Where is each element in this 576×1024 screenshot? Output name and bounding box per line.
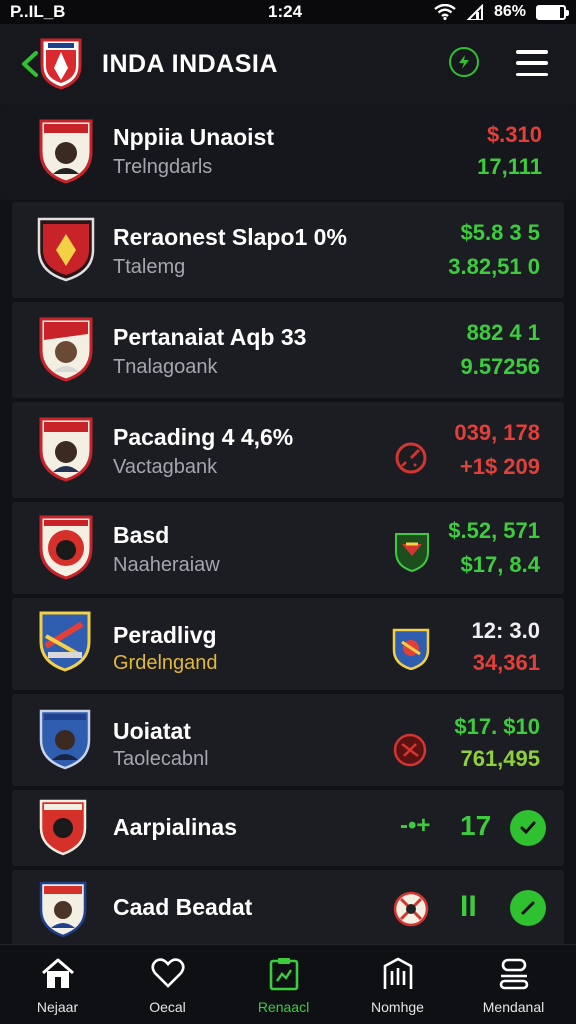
value-primary: $5.8 3 5 [460,220,540,245]
trend-mark: -•+ [400,812,431,839]
bottom-nav: Nejaar Oecal Renaacl Nomhge Mendanal [0,944,576,1024]
value-secondary: 3.82,51 0 [448,254,540,279]
team-name: Aarpialinas [113,814,237,840]
team-crest-icon [39,317,93,382]
clock: 1:24 [268,2,303,21]
nav-item-home[interactable]: Nejaar [0,945,115,1024]
value-primary: 12: 3.0 [471,618,541,643]
status-bar: P..IL_B 1:24 86% [0,0,576,24]
nav-item-stats[interactable]: Nomhge [340,945,455,1024]
team-sub: Trelngdarls [113,156,213,178]
value-primary: $.52, 571 [448,518,540,543]
splash-crest-icon [392,628,430,670]
team-name: Pertanaiat Aqb 33 [113,324,307,350]
profile-icon [499,958,528,990]
team-name: Reraonest Slapo1 0% [113,224,347,250]
nav-label: Oecal [149,999,186,1015]
list-item[interactable]: Peradlivg Grdelngand 12: 3.0 34,361 [12,598,564,690]
team-sub: Grdelngand [113,652,218,674]
team-sub: Tnalagoank [113,356,218,378]
team-sub: Vactagbank [113,456,218,478]
slash-icon [521,901,535,915]
signal-icon [466,4,483,20]
nav-item-favorites[interactable]: Oecal [110,945,225,1024]
team-crest-icon [39,515,93,580]
nav-item-rankings[interactable]: Renaacl [226,945,341,1024]
menu-line [516,50,548,54]
team-crest-icon [39,709,91,770]
nav-label: Nejaar [36,999,79,1015]
list-item[interactable]: Caad Beadat II [12,870,564,946]
menu-button[interactable] [516,50,548,76]
battery-icon [536,4,569,20]
team-crest-icon [39,417,93,482]
menu-line [516,61,548,65]
stopwatch-icon [395,442,427,474]
nav-item-more[interactable]: Mendanal [456,945,571,1024]
team-name: Uoiatat [113,718,191,744]
team-name: Pacading 4 4,6% [113,424,294,450]
team-name: Caad Beadat [113,894,253,920]
check-icon [520,821,536,835]
team-name: Nppiia Unaoist [113,124,275,150]
value-secondary: 34,361 [472,650,540,675]
team-crest-logo [40,38,82,90]
team-crest-icon [39,119,93,184]
heart-icon [150,958,185,988]
bolt-icon [459,55,469,69]
nav-label: Nomhge [371,999,424,1015]
value-secondary: 761,495 [460,746,540,771]
value-secondary: $17, 8.4 [460,552,540,577]
confirm-button[interactable] [510,810,546,846]
page-title: INDA INDASIA [102,50,278,78]
team-crest-icon [39,881,87,938]
value-primary: $17. $10 [454,714,540,739]
team-name: Peradlivg [113,622,217,648]
sports-icon [393,733,427,767]
nav-label: Renaacl [257,999,310,1015]
team-sub: Naaheraiaw [113,554,220,576]
value-primary: 882 4 1 [466,320,540,345]
menu-line [516,72,548,76]
list-item[interactable]: Aarpialinas -•+ 17 [12,790,564,866]
shield-badge-icon [395,533,429,572]
confirm-button[interactable] [510,890,546,926]
score-value: II [460,890,477,923]
list-item[interactable]: Pertanaiat Aqb 33 Tnalagoank 882 4 1 9.5… [12,302,564,398]
team-crest-icon [37,217,95,282]
value-secondary: +1$ 209 [459,454,540,479]
battery-percent: 86% [493,3,526,20]
value-secondary: 17,111 [477,154,542,179]
wifi-icon [434,4,456,20]
list-item[interactable]: Nppiia Unaoist Trelngdarls $.310 17,111 [0,104,576,200]
team-crest-icon [39,799,87,856]
list-item[interactable]: Basd Naaheraiaw $.52, 571 $17, 8.4 [12,502,564,594]
status-icons: 86% [434,3,569,21]
list-item[interactable]: Pacading 4 4,6% Vactagbank 039, 178 +1$ … [12,402,564,498]
team-sub: Taolecabnl [113,748,209,770]
nav-label: Mendanal [482,999,545,1015]
clipboard-icon [269,958,298,991]
whistle-icon [393,891,429,927]
score-value: 17 [460,810,492,841]
value-secondary: 9.57256 [460,354,540,379]
team-crest-icon [39,611,91,672]
team-sub: Ttalemg [113,256,186,278]
flash-button[interactable] [449,47,479,77]
carrier-label: P..IL_B [10,2,66,21]
team-name: Basd [113,522,170,548]
value-primary: 039, 178 [454,420,540,445]
app-header: INDA INDASIA [0,24,576,125]
home-icon [41,958,74,988]
list-item[interactable]: Reraonest Slapo1 0% Ttalemg $5.8 3 5 3.8… [12,202,564,298]
list-item[interactable]: Uoiatat Taolecabnl $17. $10 761,495 [12,694,564,786]
value-primary: $.310 [486,122,542,147]
building-icon [383,957,412,989]
